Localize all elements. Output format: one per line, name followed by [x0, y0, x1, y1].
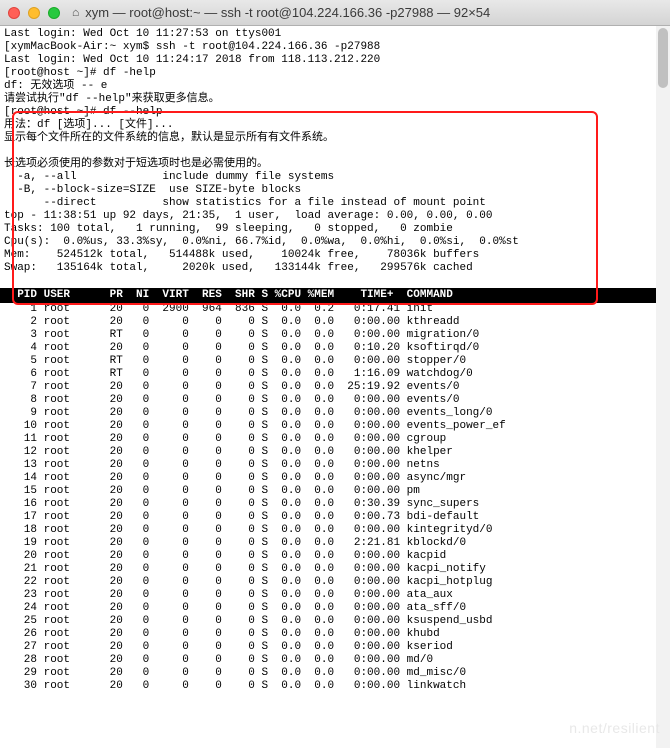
terminal-line: -a, --all include dummy file systems	[4, 171, 666, 184]
process-row[interactable]: 9 root 20 0 0 0 0 S 0.0 0.0 0:00.00 even…	[4, 407, 666, 420]
process-row[interactable]: 23 root 20 0 0 0 0 S 0.0 0.0 0:00.00 ata…	[4, 589, 666, 602]
process-row[interactable]: 27 root 20 0 0 0 0 S 0.0 0.0 0:00.00 kse…	[4, 641, 666, 654]
terminal-line: Mem: 524512k total, 514488k used, 10024k…	[4, 249, 666, 262]
process-row[interactable]: 8 root 20 0 0 0 0 S 0.0 0.0 0:00.00 even…	[4, 394, 666, 407]
process-row[interactable]: 11 root 20 0 0 0 0 S 0.0 0.0 0:00.00 cgr…	[4, 433, 666, 446]
window-titlebar: ⌂ xym — root@host:~ — ssh -t root@104.22…	[0, 0, 670, 26]
terminal-line: [xymMacBook-Air:~ xym$ ssh -t root@104.2…	[4, 41, 666, 54]
terminal-line: Cpu(s): 0.0%us, 33.3%sy, 0.0%ni, 66.7%id…	[4, 236, 666, 249]
terminal-line: Last login: Wed Oct 10 11:27:53 on ttys0…	[4, 28, 666, 41]
terminal-line: Swap: 135164k total, 2020k used, 133144k…	[4, 262, 666, 275]
traffic-lights	[8, 7, 60, 19]
process-row[interactable]: 1 root 20 0 2900 964 836 S 0.0 0.2 0:17.…	[4, 303, 666, 316]
top-header-row: PID USER PR NI VIRT RES SHR S %CPU %MEM …	[0, 288, 670, 303]
process-row[interactable]: 14 root 20 0 0 0 0 S 0.0 0.0 0:00.00 asy…	[4, 472, 666, 485]
process-row[interactable]: 30 root 20 0 0 0 0 S 0.0 0.0 0:00.00 lin…	[4, 680, 666, 693]
process-row[interactable]: 4 root 20 0 0 0 0 S 0.0 0.0 0:10.20 ksof…	[4, 342, 666, 355]
terminal-line: 请尝试执行"df --help"来获取更多信息。	[4, 93, 666, 106]
process-row[interactable]: 2 root 20 0 0 0 0 S 0.0 0.0 0:00.00 kthr…	[4, 316, 666, 329]
process-row[interactable]: 17 root 20 0 0 0 0 S 0.0 0.0 0:00.73 bdi…	[4, 511, 666, 524]
process-row[interactable]: 3 root RT 0 0 0 0 S 0.0 0.0 0:00.00 migr…	[4, 329, 666, 342]
process-row[interactable]: 19 root 20 0 0 0 0 S 0.0 0.0 2:21.81 kbl…	[4, 537, 666, 550]
process-row[interactable]: 16 root 20 0 0 0 0 S 0.0 0.0 0:30.39 syn…	[4, 498, 666, 511]
window-title: xym — root@host:~ — ssh -t root@104.224.…	[85, 5, 490, 20]
terminal-line: 长选项必须使用的参数对于短选项时也是必需使用的。	[4, 158, 666, 171]
scrollbar-thumb[interactable]	[658, 28, 668, 88]
terminal-line	[4, 145, 666, 158]
process-row[interactable]: 25 root 20 0 0 0 0 S 0.0 0.0 0:00.00 ksu…	[4, 615, 666, 628]
terminal-line: top - 11:38:51 up 92 days, 21:35, 1 user…	[4, 210, 666, 223]
terminal-line: df: 无效选项 -- e	[4, 80, 666, 93]
terminal-line: -B, --block-size=SIZE use SIZE-byte bloc…	[4, 184, 666, 197]
process-list[interactable]: 1 root 20 0 2900 964 836 S 0.0 0.2 0:17.…	[0, 303, 670, 693]
scrollbar-track[interactable]	[656, 26, 670, 748]
terminal-line: Tasks: 100 total, 1 running, 99 sleeping…	[4, 223, 666, 236]
minimize-button[interactable]	[28, 7, 40, 19]
terminal-output[interactable]: Last login: Wed Oct 10 11:27:53 on ttys0…	[0, 26, 670, 288]
process-row[interactable]: 21 root 20 0 0 0 0 S 0.0 0.0 0:00.00 kac…	[4, 563, 666, 576]
terminal-line: 显示每个文件所在的文件系统的信息，默认是显示所有有文件系统。	[4, 132, 666, 145]
process-row[interactable]: 29 root 20 0 0 0 0 S 0.0 0.0 0:00.00 md_…	[4, 667, 666, 680]
process-row[interactable]: 6 root RT 0 0 0 0 S 0.0 0.0 1:16.09 watc…	[4, 368, 666, 381]
process-row[interactable]: 18 root 20 0 0 0 0 S 0.0 0.0 0:00.00 kin…	[4, 524, 666, 537]
terminal-line: --direct show statistics for a file inst…	[4, 197, 666, 210]
terminal-line: [root@host ~]# df -help	[4, 67, 666, 80]
close-button[interactable]	[8, 7, 20, 19]
terminal-line	[4, 275, 666, 288]
process-row[interactable]: 22 root 20 0 0 0 0 S 0.0 0.0 0:00.00 kac…	[4, 576, 666, 589]
process-row[interactable]: 7 root 20 0 0 0 0 S 0.0 0.0 25:19.92 eve…	[4, 381, 666, 394]
process-row[interactable]: 13 root 20 0 0 0 0 S 0.0 0.0 0:00.00 net…	[4, 459, 666, 472]
terminal-line: [root@host ~]# df --help	[4, 106, 666, 119]
process-row[interactable]: 24 root 20 0 0 0 0 S 0.0 0.0 0:00.00 ata…	[4, 602, 666, 615]
terminal-line: Last login: Wed Oct 10 11:24:17 2018 fro…	[4, 54, 666, 67]
process-row[interactable]: 5 root RT 0 0 0 0 S 0.0 0.0 0:00.00 stop…	[4, 355, 666, 368]
home-icon: ⌂	[72, 6, 79, 20]
terminal-line: 用法：df [选项]... [文件]...	[4, 119, 666, 132]
watermark: n.net/resilient	[569, 720, 660, 736]
process-row[interactable]: 26 root 20 0 0 0 0 S 0.0 0.0 0:00.00 khu…	[4, 628, 666, 641]
process-row[interactable]: 20 root 20 0 0 0 0 S 0.0 0.0 0:00.00 kac…	[4, 550, 666, 563]
process-row[interactable]: 15 root 20 0 0 0 0 S 0.0 0.0 0:00.00 pm	[4, 485, 666, 498]
maximize-button[interactable]	[48, 7, 60, 19]
process-row[interactable]: 28 root 20 0 0 0 0 S 0.0 0.0 0:00.00 md/…	[4, 654, 666, 667]
process-row[interactable]: 12 root 20 0 0 0 0 S 0.0 0.0 0:00.00 khe…	[4, 446, 666, 459]
process-row[interactable]: 10 root 20 0 0 0 0 S 0.0 0.0 0:00.00 eve…	[4, 420, 666, 433]
